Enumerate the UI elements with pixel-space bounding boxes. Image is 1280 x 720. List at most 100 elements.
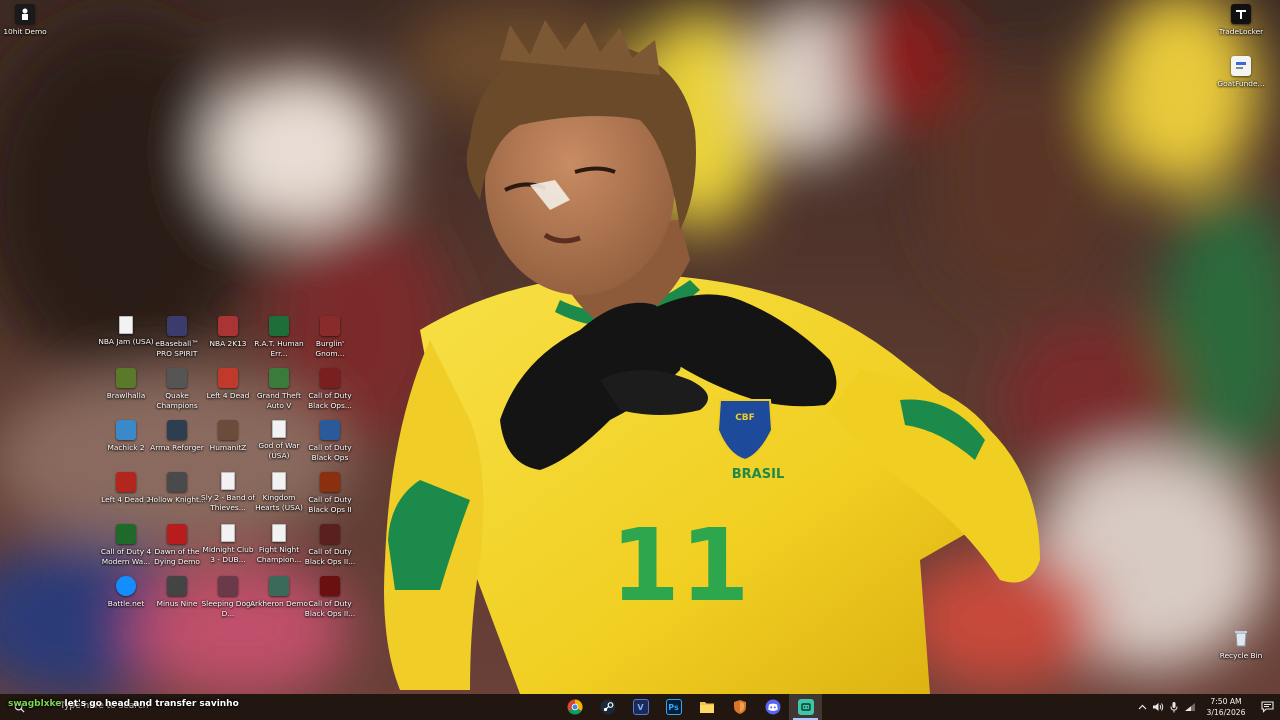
taskbar-app-shield[interactable] [723, 694, 756, 720]
desktop-icon[interactable]: Machick 2 [97, 420, 155, 453]
desktop-icon-label: Call of Duty Black Ops II... [304, 599, 356, 618]
desktop-icon-label: Grand Theft Auto V [256, 391, 302, 410]
taskbar-app-steam[interactable] [591, 694, 624, 720]
desktop-icon-label: Fight Night Champion... [256, 545, 302, 564]
network-icon[interactable] [1182, 694, 1198, 720]
taskbar-app-file-explorer[interactable] [690, 694, 723, 720]
taskbar-clock[interactable]: 7:50 AM 3/16/2026 [1198, 696, 1254, 718]
desktop-icon[interactable]: Kingdom Hearts (USA) [250, 472, 308, 513]
game-icon [167, 524, 187, 544]
desktop-icon-label: Call of Duty Black Ops... [308, 391, 352, 410]
game-icon [218, 420, 238, 440]
battlenet-icon [116, 576, 136, 596]
chevron-up-icon[interactable] [1134, 694, 1150, 720]
desktop-icon[interactable]: eBaseball™ PRO SPIRIT [148, 316, 206, 359]
desktop-icon[interactable]: Sly 2 - Band of Thieves... [199, 472, 257, 513]
desktop-icon-label: NBA Jam (USA) [98, 337, 154, 346]
desktop-icon[interactable]: Hollow Knight... [148, 472, 206, 505]
taskbar-app-discord[interactable] [756, 694, 789, 720]
desktop-icon-label: Brawlhalla [106, 391, 146, 400]
desktop-icon-label: GoatFunde... [1217, 79, 1265, 88]
microphone-icon[interactable] [1166, 694, 1182, 720]
game-icon [269, 368, 289, 388]
game-icon [320, 316, 340, 336]
taskbar: Type here to search swagblxke let's go h… [0, 694, 1280, 720]
desktop-icon[interactable]: God of War (USA) [250, 420, 308, 461]
desktop-icon-label: Recycle Bin [1219, 651, 1263, 660]
desktop-icon[interactable]: Left 4 Dead [199, 368, 257, 401]
clock-date: 3/16/2026 [1206, 708, 1246, 717]
desktop-icon-label: Battle.net [107, 599, 145, 608]
game-icon [320, 368, 340, 388]
taskbar-app-chrome[interactable] [558, 694, 591, 720]
desktop-icon[interactable]: Quake Champions [148, 368, 206, 411]
game-icon [218, 576, 238, 596]
desktop-icon[interactable]: Minus Nine [148, 576, 206, 609]
desktop-icon[interactable]: Call of Duty Black Ops... [301, 368, 359, 411]
active-app-icon [797, 699, 814, 715]
desktop-icon[interactable]: Fight Night Champion... [250, 524, 308, 565]
desktop-icon[interactable]: Sleeping Dogs D... [199, 576, 257, 619]
photoshop-icon: Ps [665, 699, 682, 715]
desktop-icon[interactable]: Dawn of the Dying Demo [148, 524, 206, 567]
desktop-icon[interactable]: Call of Duty Black Ops II... [301, 524, 359, 567]
notification-center-button[interactable] [1254, 694, 1280, 720]
shield-app-icon [733, 700, 746, 714]
game-icon [218, 368, 238, 388]
desktop-icon[interactable]: R.A.T. Human Err... [250, 316, 308, 359]
document-icon [272, 420, 286, 438]
desktop-icon-label: Machick 2 [107, 443, 145, 452]
game-icon [167, 420, 187, 440]
volume-icon[interactable] [1150, 694, 1166, 720]
document-icon [221, 524, 235, 542]
desktop-icon[interactable]: Left 4 Dead 2 [97, 472, 155, 505]
desktop-icon[interactable]: HumanitZ [199, 420, 257, 453]
taskbar-app-photoshop[interactable]: Ps [657, 694, 690, 720]
game-icon [167, 576, 187, 596]
svg-text:CBF: CBF [735, 413, 755, 423]
document-icon [272, 524, 286, 542]
taskbar-app-active[interactable] [789, 694, 822, 720]
desktop-icon-label: Left 4 Dead 2 [101, 495, 151, 504]
steam-icon [600, 699, 615, 715]
desktop-icon[interactable]: Arkheron Demo [250, 576, 308, 609]
game-icon [320, 576, 340, 596]
chat-overlay-message: swagblxke let's go head and transfer sav… [8, 698, 239, 710]
tradelocker-icon [1231, 4, 1251, 24]
taskbar-app-v[interactable]: V [624, 694, 657, 720]
folder-icon [699, 702, 714, 713]
notification-icon [1260, 701, 1274, 713]
desktop-icon-goatfunded[interactable]: GoatFunde... [1212, 56, 1270, 89]
desktop-icon-label: NBA 2K13 [209, 339, 247, 348]
desktop-icon[interactable]: Midnight Club 3 - DUB... [199, 524, 257, 565]
desktop-icon-tradelocker[interactable]: TradeLocker [1212, 4, 1270, 37]
desktop-icon[interactable]: Arma Reforger [148, 420, 206, 453]
chat-overlay-username: swagblxke [8, 699, 62, 709]
desktop-icon-label: R.A.T. Human Err... [254, 339, 304, 358]
game-icon [320, 472, 340, 492]
desktop-icon-label: Sly 2 - Band of Thieves... [201, 493, 255, 512]
desktop-icon[interactable]: Call of Duty Black Ops II [301, 472, 359, 515]
desktop-icon[interactable]: Battle.net [97, 576, 155, 609]
desktop-icon-10hit-demo[interactable]: 10hit Demo [0, 4, 54, 37]
discord-icon [765, 699, 780, 715]
desktop-icon[interactable]: Brawlhalla [97, 368, 155, 401]
desktop-icon-recycle-bin[interactable]: Recycle Bin [1212, 628, 1270, 661]
game-icon [167, 472, 187, 492]
desktop-icon[interactable]: Call of Duty Black Ops II... [301, 576, 359, 619]
game-icon [116, 472, 136, 492]
desktop-icon[interactable]: NBA 2K13 [199, 316, 257, 349]
desktop-icon[interactable]: NBA Jam (USA) [97, 316, 155, 347]
document-icon [119, 316, 133, 334]
desktop-icon-label: Call of Duty Black Ops II [308, 495, 352, 514]
desktop-icon-label: Call of Duty Black Ops [308, 443, 352, 462]
desktop-icon-label: Quake Champions [156, 391, 198, 410]
game-icon [116, 524, 136, 544]
game-icon [269, 576, 289, 596]
taskbar-search-box[interactable]: Type here to search swagblxke let's go h… [0, 694, 250, 720]
desktop-icon[interactable]: Call of Duty Black Ops [301, 420, 359, 463]
desktop-icon[interactable]: Call of Duty 4 Modern Wa... [97, 524, 155, 567]
desktop-icon[interactable]: Grand Theft Auto V [250, 368, 308, 411]
desktop-icon[interactable]: Burglin' Gnom... [301, 316, 359, 359]
desktop-icon-label: 10hit Demo [3, 27, 47, 36]
